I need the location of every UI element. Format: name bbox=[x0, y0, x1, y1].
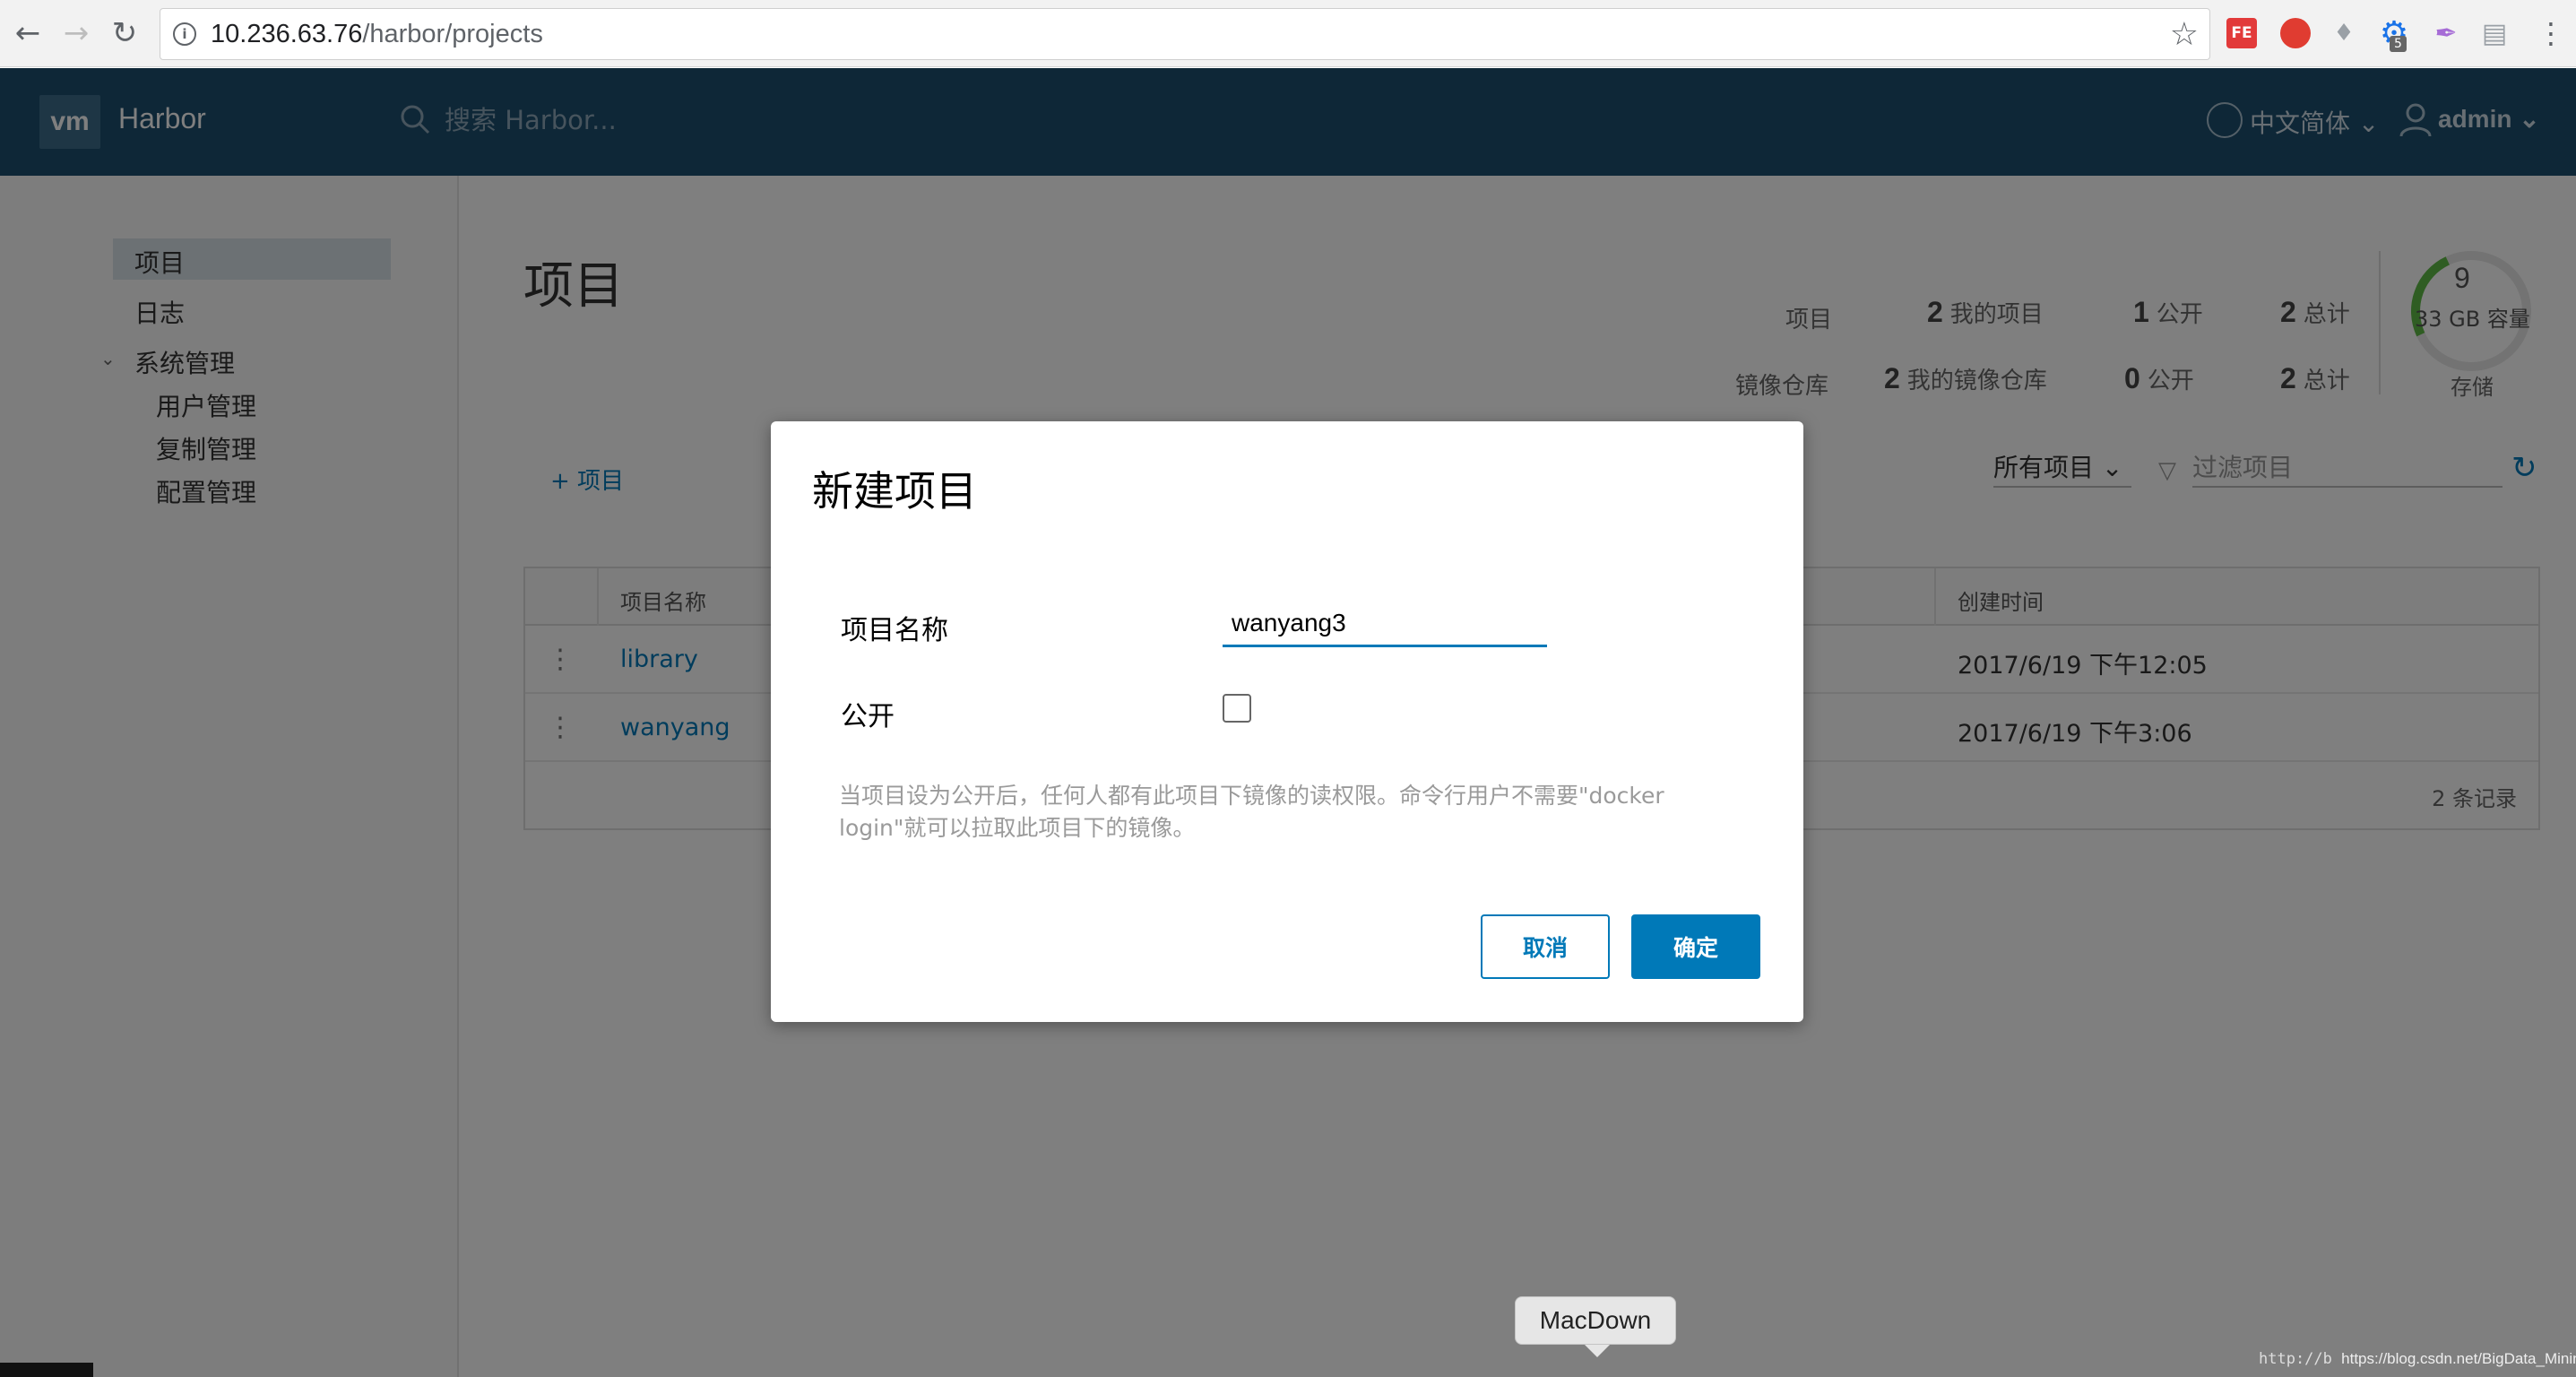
dialog-title: 新建项目 bbox=[812, 467, 977, 515]
browser-menu-icon[interactable]: ⋮ bbox=[2537, 16, 2565, 50]
project-name-input[interactable] bbox=[1223, 601, 1547, 647]
bookmark-star-icon[interactable]: ☆ bbox=[2170, 16, 2199, 53]
back-arrow-icon[interactable]: ← bbox=[7, 13, 48, 54]
reload-icon[interactable]: ↻ bbox=[104, 13, 145, 54]
tab-extension-icon[interactable]: ▤ bbox=[2479, 18, 2510, 49]
dock-tooltip-arrow bbox=[1585, 1345, 1610, 1357]
cancel-button[interactable]: 取消 bbox=[1481, 914, 1610, 979]
public-help-text: 当项目设为公开后，任何人都有此项目下镜像的读权限。命令行用户不需要"docker… bbox=[839, 783, 1664, 841]
address-bar[interactable]: i 10.236.63.76/harbor/projects ☆ bbox=[160, 8, 2210, 60]
project-name-label: 项目名称 bbox=[841, 615, 948, 646]
dock-tooltip: MacDown bbox=[1515, 1296, 1676, 1345]
extension-badge: 5 bbox=[2390, 36, 2407, 52]
confirm-button[interactable]: 确定 bbox=[1631, 914, 1760, 979]
fe-extension-icon[interactable]: FE bbox=[2226, 18, 2257, 48]
tree-extension-icon[interactable]: ♦ bbox=[2329, 18, 2359, 48]
screen-edge-strip bbox=[0, 1363, 93, 1377]
public-checkbox[interactable] bbox=[1223, 694, 1251, 723]
browser-toolbar: ← → ↻ i 10.236.63.76/harbor/projects ☆ F… bbox=[0, 0, 2576, 67]
new-project-dialog: 新建项目 项目名称 公开 当项目设为公开后，任何人都有此项目下镜像的读权限。命令… bbox=[771, 421, 1803, 1022]
watermark: http://b https://blog.csdn.net/BigData_M… bbox=[2259, 1350, 2576, 1368]
info-icon[interactable]: i bbox=[173, 22, 196, 46]
url-text[interactable]: 10.236.63.76/harbor/projects bbox=[211, 20, 543, 49]
forward-arrow-icon[interactable]: → bbox=[56, 13, 97, 54]
pen-extension-icon[interactable]: ✒ bbox=[2431, 18, 2461, 49]
red-extension-icon[interactable] bbox=[2280, 18, 2311, 48]
public-label: 公开 bbox=[841, 701, 895, 732]
